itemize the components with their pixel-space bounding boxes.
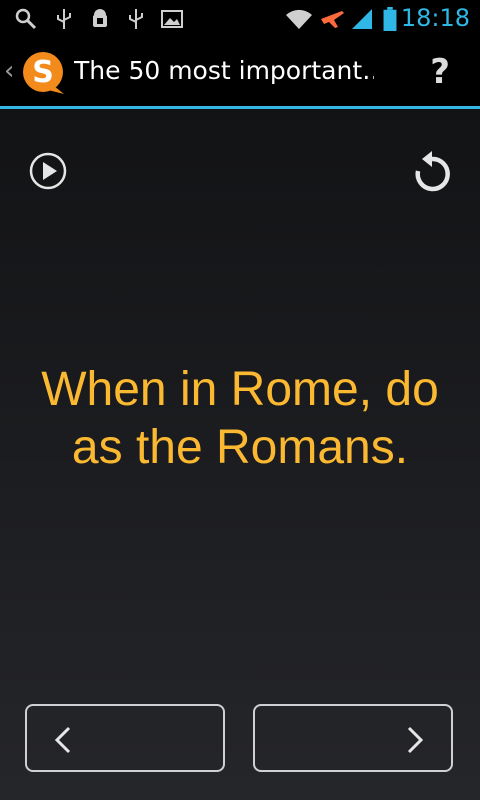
action-bar: ‹ S The 50 most important… ?: [0, 38, 480, 106]
svg-text:S: S: [32, 55, 54, 90]
usb-icon: [129, 9, 143, 29]
wifi-icon: [286, 9, 312, 29]
page-title: The 50 most important…: [74, 56, 374, 85]
next-card-button[interactable]: [253, 704, 453, 772]
android-debug-icon: [93, 9, 107, 27]
flashcard-phrase: When in Rome, do as the Romans.: [41, 363, 439, 474]
status-bar: 18:18: [0, 0, 480, 38]
image-icon: [161, 10, 183, 28]
status-time: 18:18: [400, 4, 470, 32]
airplane-icon: [321, 11, 344, 28]
flashcard-area: When in Rome, do as the Romans.: [0, 109, 480, 800]
search-icon: [15, 8, 37, 30]
chevron-left-icon: [54, 726, 71, 754]
chevron-right-icon: [407, 726, 424, 754]
help-button[interactable]: ?: [430, 52, 450, 92]
play-audio-icon[interactable]: [28, 151, 68, 191]
previous-card-button[interactable]: [25, 704, 225, 772]
battery-icon: [383, 7, 397, 31]
signal-icon: [352, 9, 372, 29]
chevron-left-icon: ‹: [4, 56, 15, 86]
app-logo-icon: S: [23, 52, 64, 94]
usb-icon: [57, 9, 71, 29]
replay-icon[interactable]: [412, 149, 452, 193]
